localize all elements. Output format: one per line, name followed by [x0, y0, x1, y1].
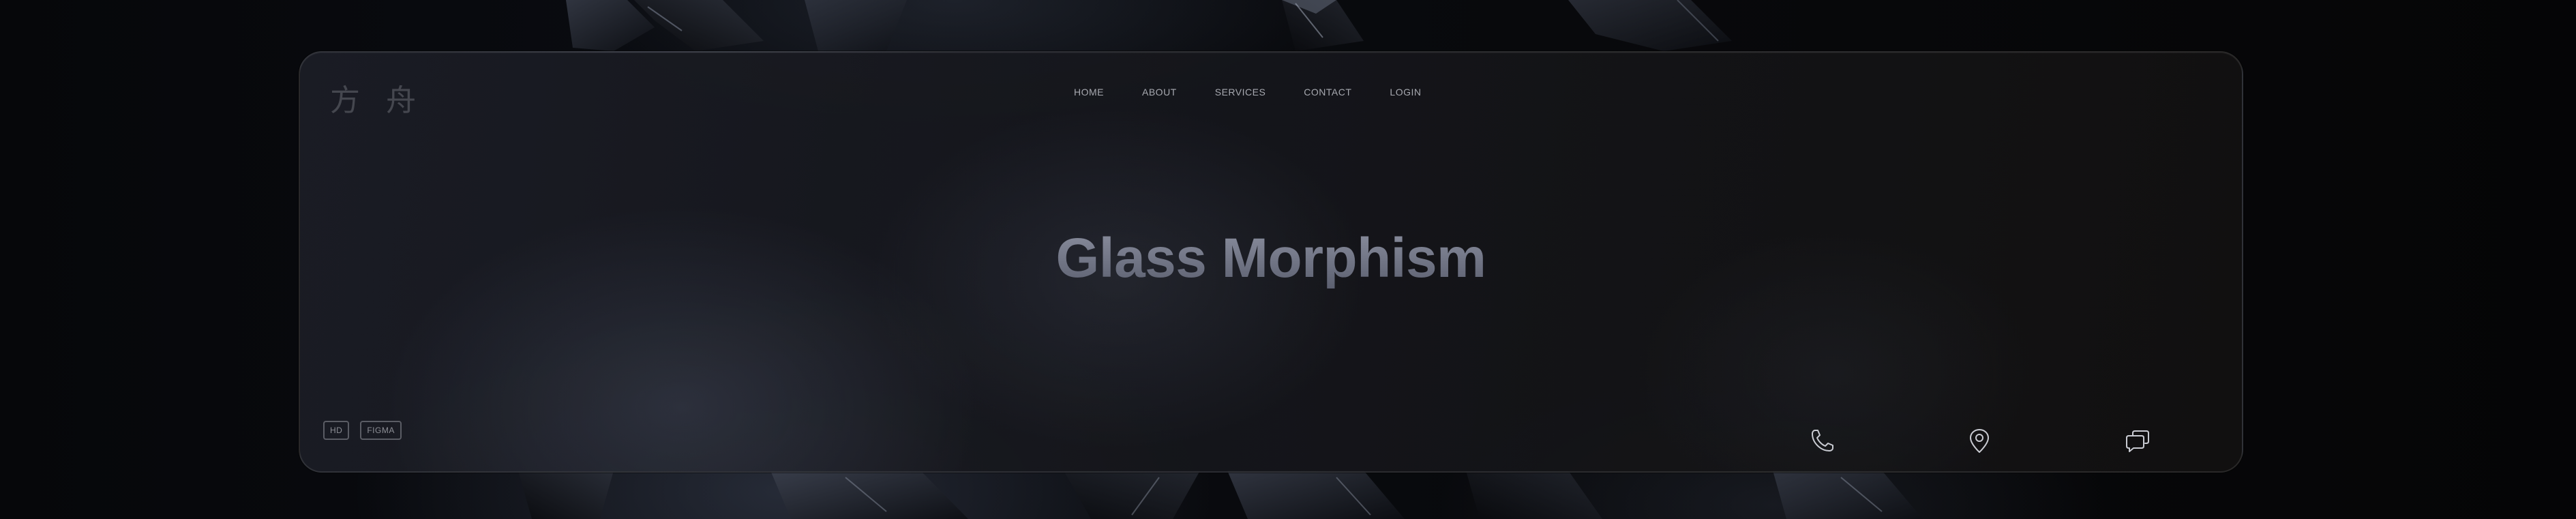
contact-icon-bar [300, 426, 2242, 459]
brand-logo[interactable]: 方 舟 [330, 76, 424, 119]
location-pin-icon[interactable] [1964, 426, 1994, 456]
nav-services[interactable]: SERVICES [1215, 87, 1266, 98]
top-navigation: HOME ABOUT SERVICES CONTACT LOGIN [1074, 87, 1421, 98]
chat-bubbles-icon[interactable] [2123, 426, 2153, 456]
hero-title: Glass Morphism [300, 226, 2242, 291]
nav-login[interactable]: LOGIN [1390, 87, 1421, 98]
glass-card: 方 舟 HOME ABOUT SERVICES CONTACT LOGIN Gl… [299, 51, 2243, 473]
nav-about[interactable]: ABOUT [1142, 87, 1177, 98]
nav-home[interactable]: HOME [1074, 87, 1104, 98]
nav-contact[interactable]: CONTACT [1304, 87, 1351, 98]
phone-icon[interactable] [1807, 426, 1837, 456]
background-scene: 方 舟 HOME ABOUT SERVICES CONTACT LOGIN Gl… [0, 0, 2576, 519]
